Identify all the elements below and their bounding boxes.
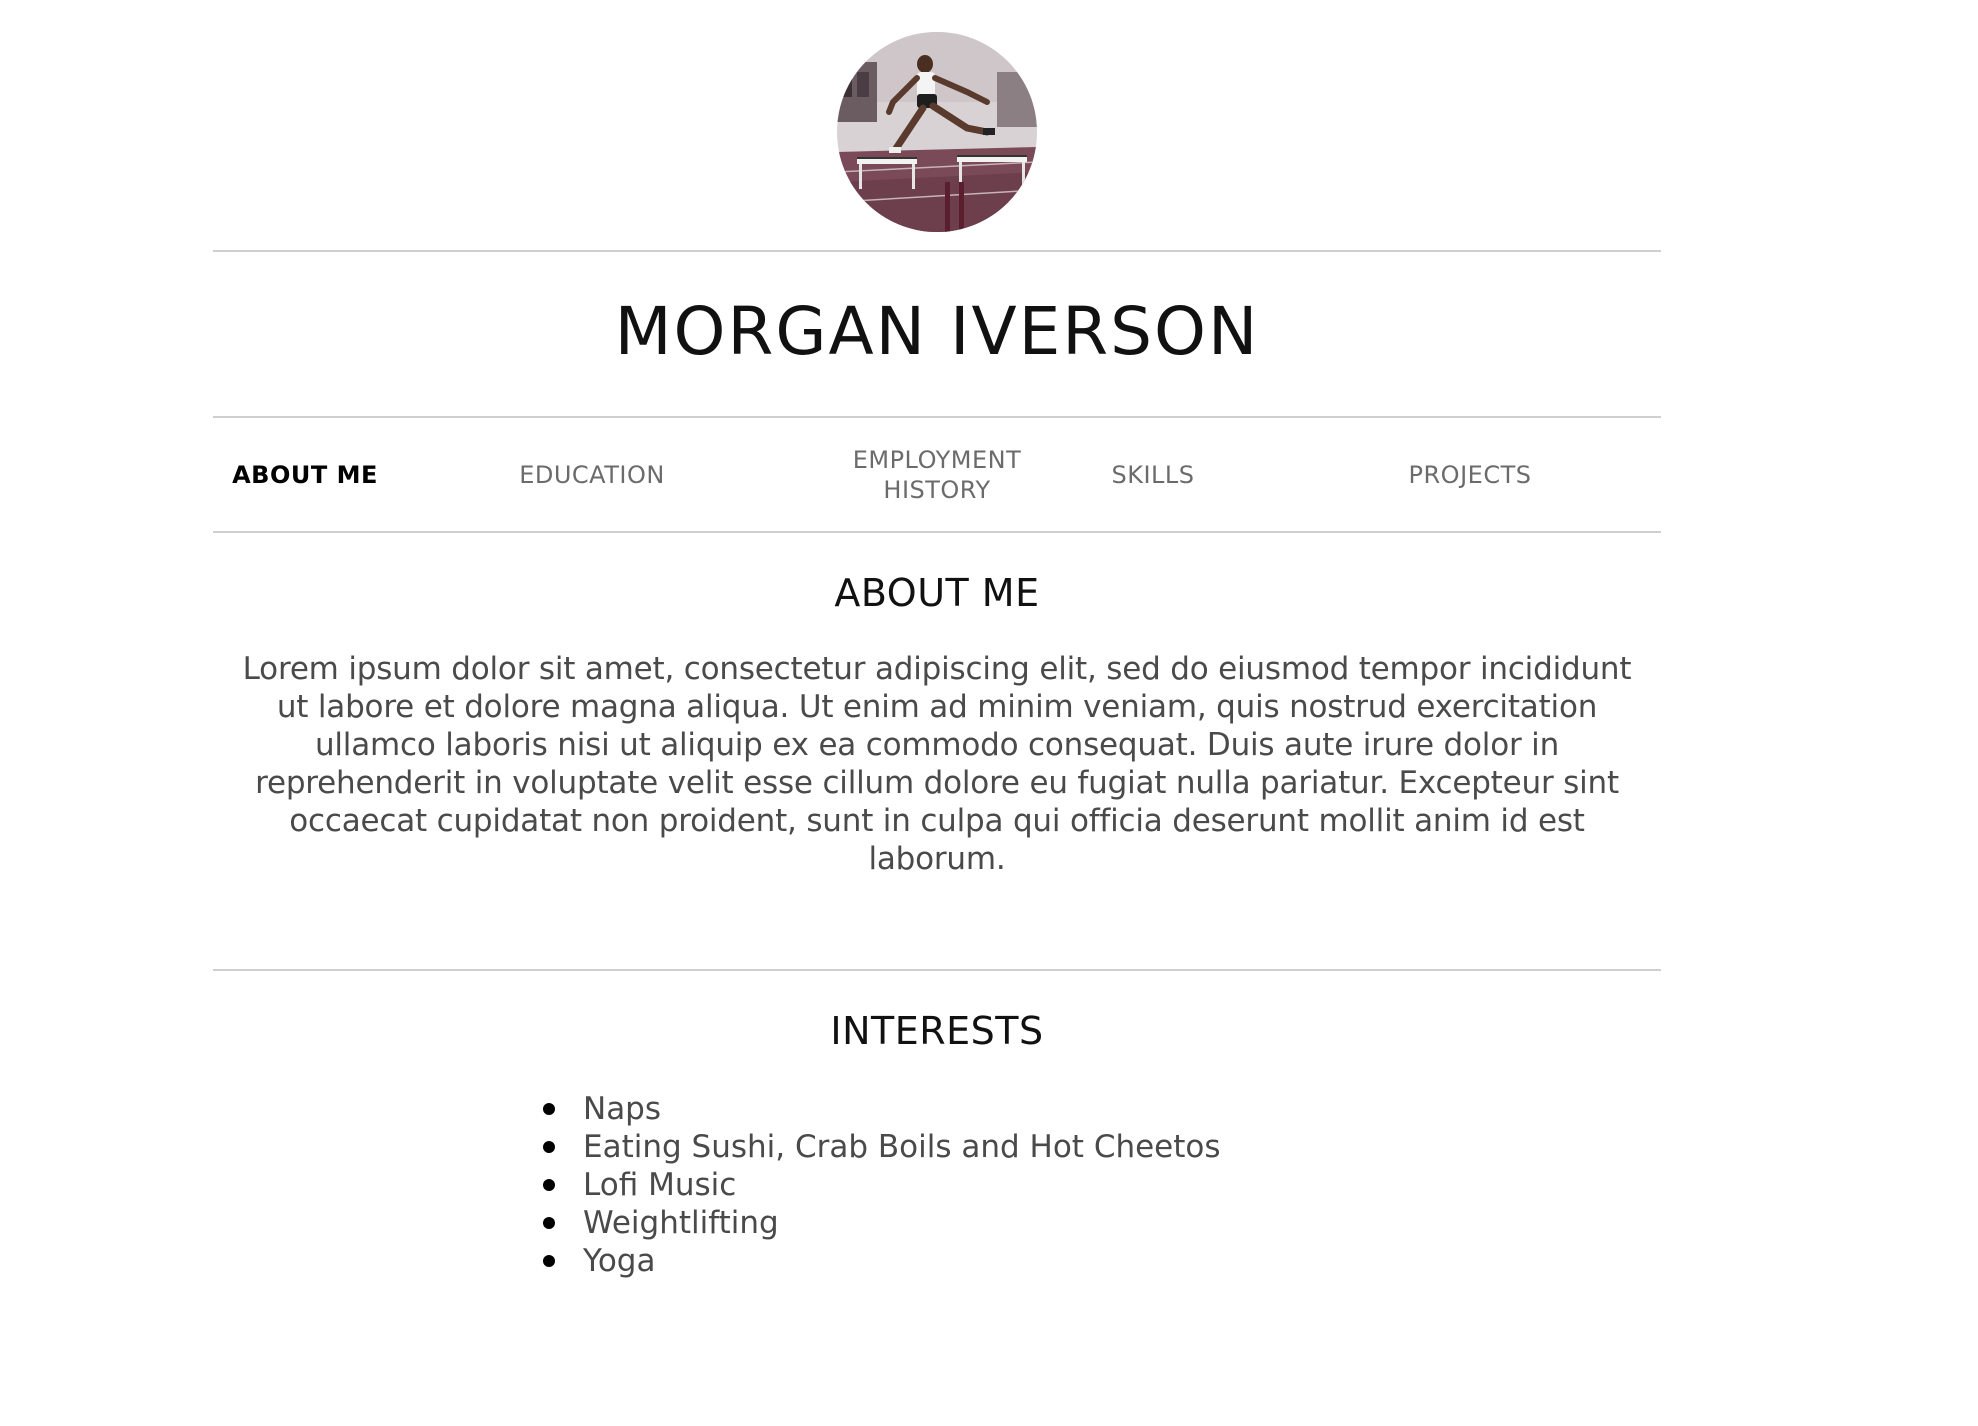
- list-item: Naps: [543, 1090, 1221, 1128]
- profile-photo: [837, 32, 1037, 232]
- hurdler-photo-illustration: [837, 32, 1037, 232]
- interest-label: Eating Sushi, Crab Boils and Hot Cheetos: [583, 1129, 1221, 1165]
- list-item: Eating Sushi, Crab Boils and Hot Cheetos: [543, 1128, 1221, 1166]
- about-heading: ABOUT ME: [834, 571, 1040, 615]
- interest-label: Naps: [583, 1091, 662, 1127]
- main-nav: ABOUT ME EDUCATION EMPLOYMENT HISTORY SK…: [213, 418, 1661, 532]
- bullet-icon: [543, 1255, 555, 1267]
- bullet-icon: [543, 1217, 555, 1229]
- nav-skills[interactable]: SKILLS: [1093, 418, 1213, 532]
- nav-projects[interactable]: PROJECTS: [1383, 418, 1557, 532]
- divider-nav: [213, 531, 1661, 533]
- list-item: Yoga: [543, 1242, 1221, 1280]
- interest-label: Weightlifting: [583, 1205, 779, 1241]
- bullet-icon: [543, 1141, 555, 1153]
- nav-about-me[interactable]: ABOUT ME: [213, 418, 397, 532]
- interests-list: Naps Eating Sushi, Crab Boils and Hot Ch…: [543, 1090, 1221, 1280]
- page-title: MORGAN IVERSON: [614, 293, 1260, 370]
- list-item: Weightlifting: [543, 1204, 1221, 1242]
- interest-label: Yoga: [583, 1243, 656, 1279]
- about-paragraph: Lorem ipsum dolor sit amet, consectetur …: [242, 651, 1632, 877]
- bullet-icon: [543, 1103, 555, 1115]
- nav-education[interactable]: EDUCATION: [507, 418, 677, 532]
- nav-employment-history[interactable]: EMPLOYMENT HISTORY: [835, 418, 1039, 532]
- divider-about: [213, 969, 1661, 971]
- bullet-icon: [543, 1179, 555, 1191]
- interests-heading: INTERESTS: [830, 1009, 1044, 1053]
- interest-label: Lofi Music: [583, 1167, 737, 1203]
- divider-top: [213, 250, 1661, 252]
- list-item: Lofi Music: [543, 1166, 1221, 1204]
